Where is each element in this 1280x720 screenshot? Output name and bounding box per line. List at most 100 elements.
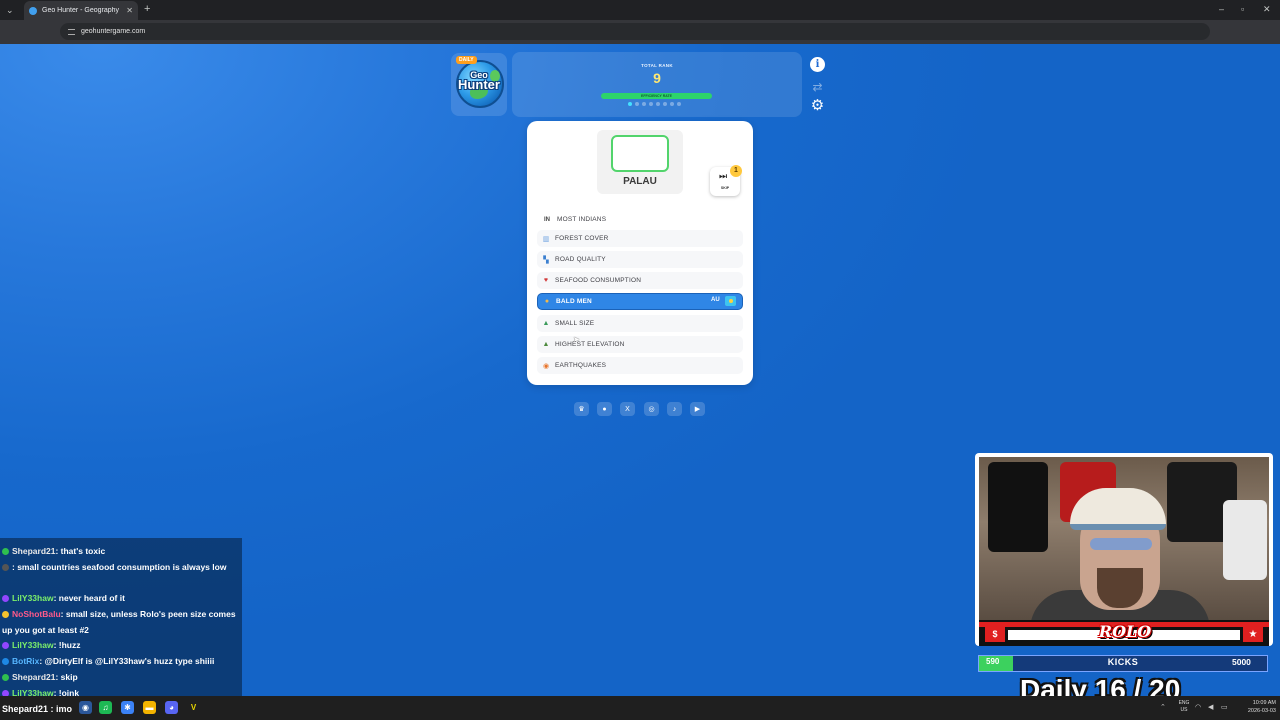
kick-logo-icon: $ <box>985 626 1005 642</box>
logo-hunter: Hunter <box>458 77 500 92</box>
streamer-beard <box>1097 568 1143 608</box>
bald-head-icon: ● <box>544 298 550 305</box>
clock-time: 10:09 AM <box>1252 700 1276 706</box>
new-tab-button[interactable]: + <box>144 4 150 15</box>
india-code-icon: IN <box>544 216 550 223</box>
chat-username[interactable]: LilY33haw <box>12 688 54 696</box>
chat-message: LilY33haw: !oink <box>2 686 242 696</box>
swap-icon[interactable]: ⇄ <box>810 79 825 94</box>
url-text: geohuntergame.com <box>81 28 146 35</box>
chat-text: : !oink <box>53 688 80 696</box>
rank-label: TOTAL RANK <box>641 63 673 68</box>
chat-message: BotRix: @DirtyElf is @LilY33haw's huzz t… <box>2 654 242 670</box>
tray-chevron-icon[interactable]: ⌃ <box>1160 703 1166 711</box>
info-icon[interactable]: i <box>810 57 825 72</box>
chat-text: : never heard of it <box>53 593 125 603</box>
streamer-glasses <box>1090 538 1152 550</box>
chat-badge-icon <box>2 658 9 666</box>
chat-message: Shepard21: skip <box>2 670 242 686</box>
x-icon[interactable]: X <box>620 402 635 416</box>
chat-badge-icon <box>2 611 9 619</box>
maximize-button[interactable]: ▫ <box>1241 4 1244 14</box>
gear-icon[interactable]: ⚙ <box>810 97 825 114</box>
wall-jersey <box>1223 500 1267 580</box>
reddit-icon[interactable]: ● <box>597 402 612 416</box>
chat-username[interactable]: LilY33haw <box>12 593 54 603</box>
app-v-icon[interactable]: V <box>187 701 200 714</box>
folder-icon[interactable]: ▬ <box>143 701 156 714</box>
lang-bottom: US <box>1180 707 1188 713</box>
wall-jersey <box>988 462 1048 552</box>
spotify-icon[interactable]: ♫ <box>99 701 112 714</box>
stream-chat: Shepard21: that's toxic: small countries… <box>0 538 242 696</box>
chat-username[interactable]: LilY33haw <box>12 640 54 650</box>
chat-username[interactable]: BotRix <box>12 656 39 666</box>
browser-toolbar: ← → ↻ geohuntergame.com ▭ ☆ ▣ ⋮ <box>0 20 1280 57</box>
lobster-icon: ♥ <box>543 277 549 284</box>
lang-top: ENG <box>1178 700 1190 706</box>
discord-icon[interactable]: ◕ <box>165 701 178 714</box>
chat-badge-icon <box>2 564 9 572</box>
instagram-icon[interactable]: ◎ <box>644 402 659 416</box>
chat-message: NoShotBalu: small size, unless Rolo's pe… <box>2 607 242 638</box>
minimize-button[interactable]: – <box>1219 4 1224 14</box>
category-earthquakes[interactable]: ◉ EARTHQUAKES <box>537 357 743 374</box>
chat-badge-icon <box>2 595 9 603</box>
star-icon: ★ <box>1243 626 1263 642</box>
battery-icon[interactable]: ▭ <box>1221 703 1228 711</box>
youtube-icon[interactable]: ▶ <box>690 402 705 416</box>
efficiency-bar-label: EFFICIENCY RATE <box>641 94 672 98</box>
chat-username[interactable]: NoShotBalu <box>12 609 61 619</box>
overlay-logo: ROLO <box>1098 622 1152 641</box>
kicks-label: KICKS <box>1107 657 1139 667</box>
chat-badge-icon <box>2 674 9 682</box>
site-info-icon[interactable] <box>68 28 75 35</box>
chat-username[interactable]: Shepard21 <box>12 672 55 682</box>
window-close-button[interactable]: ✕ <box>1263 4 1271 14</box>
category-label: BALD MEN <box>556 298 592 305</box>
round-dot <box>635 102 639 106</box>
category-label: SEAFOOD CONSUMPTION <box>555 277 642 284</box>
trophy-icon[interactable]: ♛ <box>574 402 589 416</box>
tiktok-icon[interactable]: ♪ <box>667 402 682 416</box>
game-logo: Geo Hunter <box>452 70 506 92</box>
chat-username[interactable]: Shepard21 <box>12 546 55 556</box>
chrome-taskbar-icon[interactable]: ◉ <box>79 701 92 714</box>
category-label: HIGHEST ELEVATION <box>555 341 625 348</box>
wifi-icon[interactable]: ◠ <box>1195 703 1201 711</box>
forest-icon: ▥ <box>542 235 550 243</box>
round-dot <box>649 102 653 106</box>
category-label: SMALL SIZE <box>555 320 595 327</box>
chat-text: : that's toxic <box>55 546 106 556</box>
round-dot <box>670 102 674 106</box>
chat-message: LilY33haw: never heard of it <box>2 591 242 607</box>
bluetooth-icon[interactable]: ✱ <box>121 701 134 714</box>
close-icon[interactable]: ✕ <box>126 6 133 15</box>
category-highest-elevation[interactable]: ▲ HIGHEST ELEVATION <box>537 336 743 353</box>
round-dot <box>642 102 646 106</box>
kicks-goal: 5000 <box>1232 657 1251 667</box>
category-most-indians[interactable]: IN MOST INDIANS <box>537 211 743 228</box>
system-clock[interactable]: 10:09 AM 2026-03-03 <box>1240 699 1276 715</box>
tab-geo-hunter[interactable]: Geo Hunter - Geography Quiz ✕ <box>24 1 138 20</box>
skip-count-badge: 1 <box>730 165 742 177</box>
round-dot <box>677 102 681 106</box>
earthquake-icon: ◉ <box>542 362 550 370</box>
chat-text: : @DirtyElf is @LilY33haw's huzz type sh… <box>39 656 215 666</box>
category-road-quality[interactable]: ▚ ROAD QUALITY <box>537 251 743 268</box>
browser-tab-bar: ⌄ Geo Hunter - Geography Quiz ✕ + – ▫ ✕ <box>0 0 1280 20</box>
rank-value: 9 <box>653 70 661 86</box>
category-label: MOST INDIANS <box>557 216 607 223</box>
address-bar[interactable]: geohuntergame.com <box>60 23 1210 40</box>
tab-search-icon[interactable]: ⌄ <box>6 5 14 15</box>
volume-icon[interactable]: ◀ <box>1208 703 1213 711</box>
category-forest-cover[interactable]: ▥ FOREST COVER <box>537 230 743 247</box>
country-flag <box>611 135 669 172</box>
skip-icon: ⏭ <box>719 171 728 181</box>
streamer-cap <box>1070 488 1166 530</box>
chat-text: : !huzz <box>53 640 81 650</box>
chat-message: LilY33haw: !huzz <box>2 638 242 654</box>
category-small-size[interactable]: ▲ SMALL SIZE <box>537 315 743 332</box>
category-seafood-consumption[interactable]: ♥ SEAFOOD CONSUMPTION <box>537 272 743 289</box>
language-indicator[interactable]: ENG US <box>1178 700 1190 714</box>
